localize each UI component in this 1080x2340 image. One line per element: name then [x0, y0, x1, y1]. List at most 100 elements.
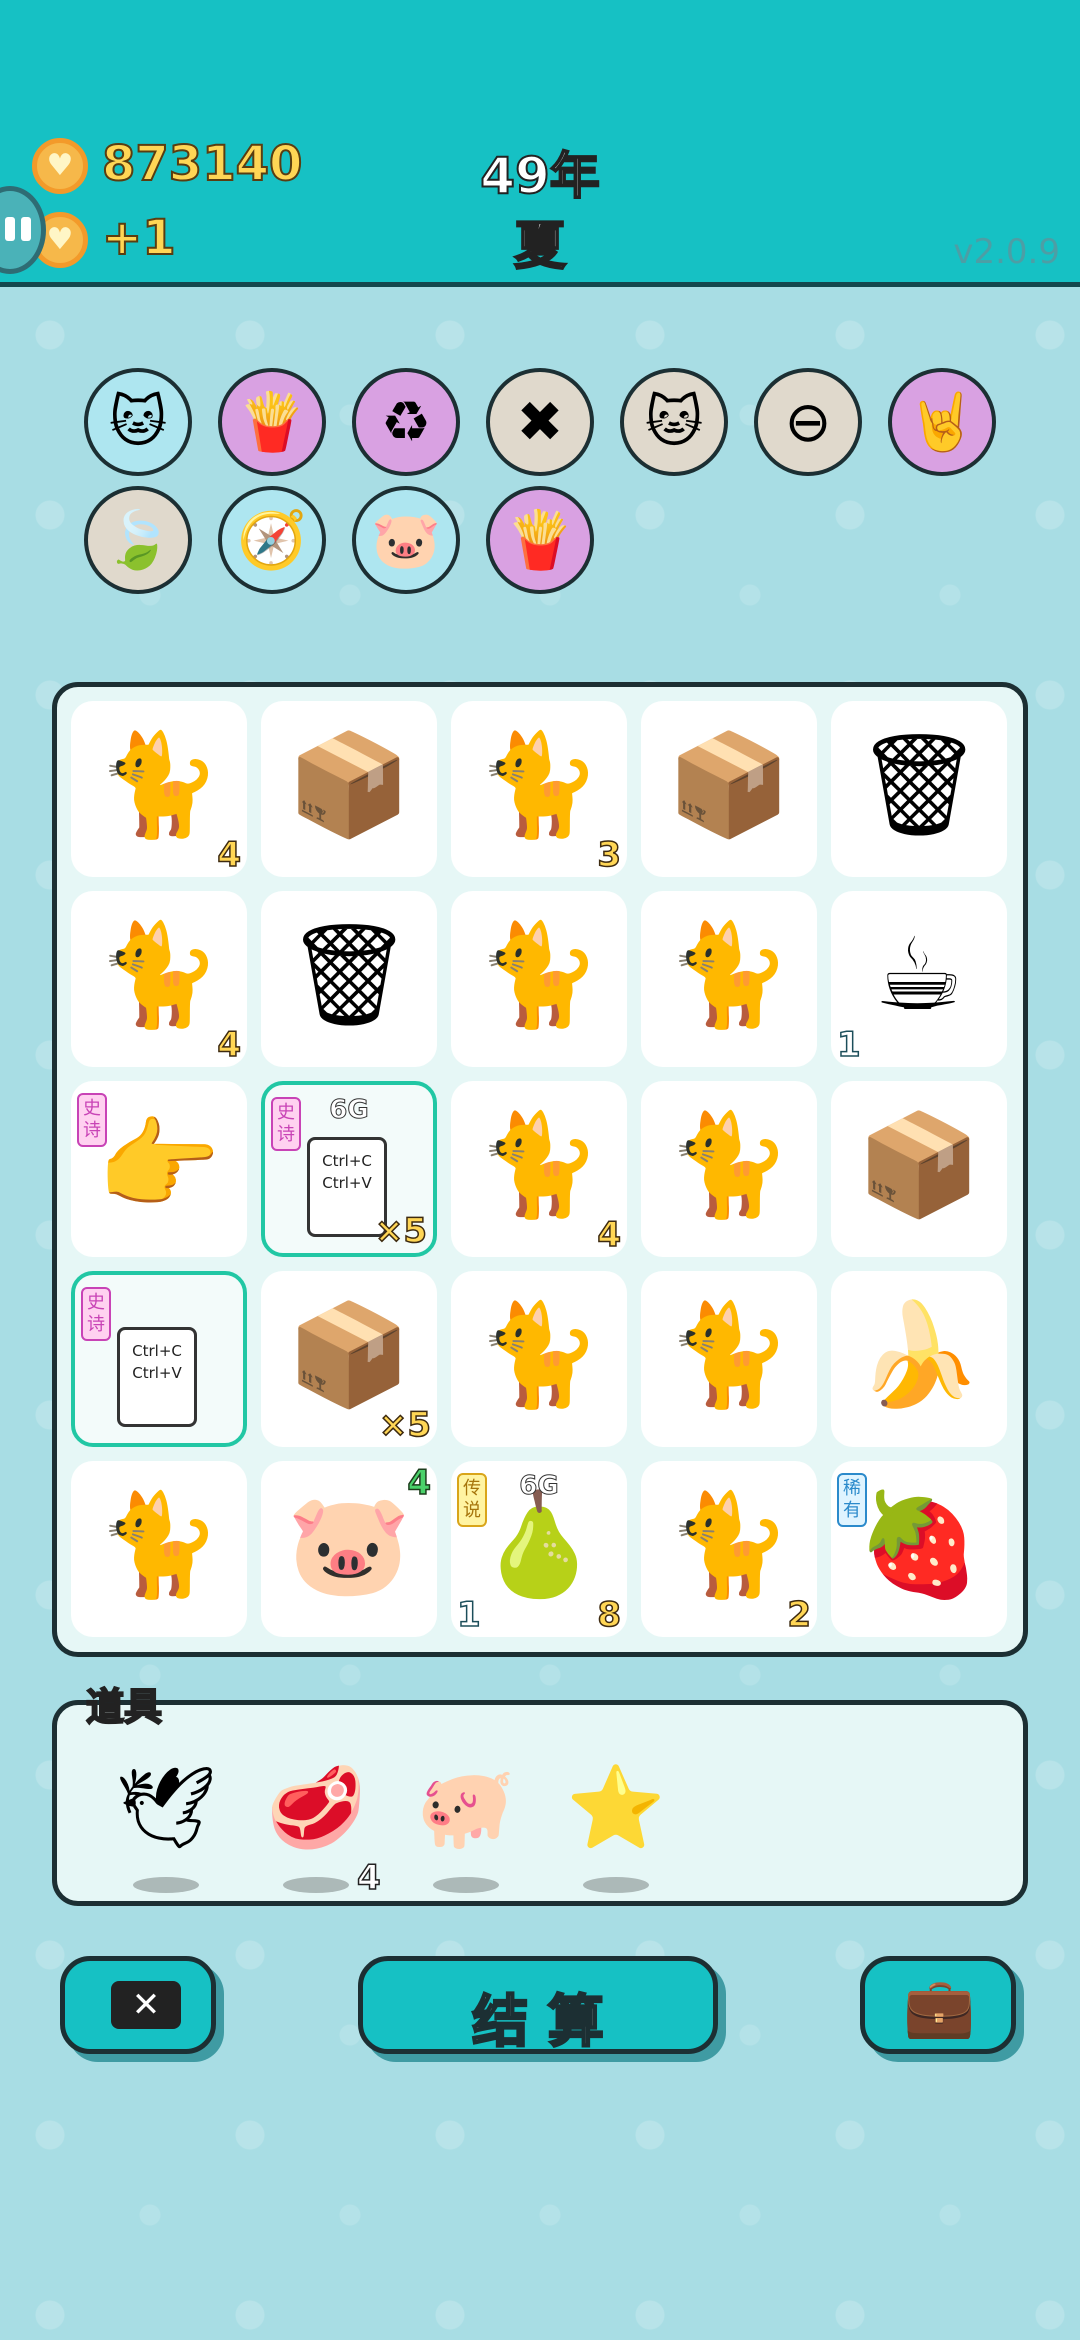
season-label: 夏	[513, 216, 567, 278]
item-shadow	[133, 1877, 199, 1893]
version-label: v2.0.9	[953, 232, 1060, 272]
garbage-bag-icon: 🗑	[855, 726, 983, 843]
item-shadow	[283, 1877, 349, 1893]
remove-button[interactable]: ✕	[60, 1956, 216, 2054]
item-shadow	[433, 1877, 499, 1893]
remove-tag-icon: ✕	[111, 1981, 181, 2029]
rarity-badge: 稀有	[837, 1473, 867, 1527]
game-board: 🐈 4 📦 🐈 3 📦 🗑 🐈 4 🗑 🐈 🐈 ☕ 1 👉 史诗 Ctrl+C Ctrl+V 6G 史诗 ×5 🐈 4 🐈 📦…	[52, 682, 1028, 1657]
board-cell-coffee[interactable]: ☕ 1	[831, 891, 1007, 1067]
board-cell-cat[interactable]: 🐈	[451, 1271, 627, 1447]
board-cell-pointing-hand[interactable]: 👉 史诗	[71, 1081, 247, 1257]
board-cell-cat[interactable]: 🐈	[641, 1271, 817, 1447]
cat-icon: 🐈	[476, 1296, 602, 1413]
cell-counter: 3	[597, 834, 622, 876]
board-cell-lychee[interactable]: 🍓 稀有	[831, 1461, 1007, 1637]
item-shadow	[583, 1877, 649, 1893]
cat-icon: 🐈	[666, 1106, 792, 1223]
rarity-badge: 传说	[457, 1473, 487, 1527]
rock-hand-icon[interactable]: 🤘	[888, 368, 996, 476]
piggy-bank-icon[interactable]: 🐷	[352, 486, 460, 594]
board-cell-box[interactable]: 📦	[261, 701, 437, 877]
star-icon: ⭐	[566, 1761, 666, 1854]
board-cell-cat[interactable]: 🐈 2	[641, 1461, 817, 1637]
leaf-icon[interactable]: 🍃	[84, 486, 192, 594]
cell-counter: 4	[597, 1214, 622, 1256]
board-cell-cat[interactable]: 🐈	[641, 891, 817, 1067]
crown-level: 6G	[329, 1095, 369, 1126]
board-cell-ctrl-cv[interactable]: Ctrl+C Ctrl+V 6G 史诗 ×5	[261, 1081, 437, 1257]
coffee-icon: ☕	[874, 916, 964, 1033]
item-star[interactable]: ⭐	[561, 1753, 671, 1893]
twin-cats-icon[interactable]: 🐱	[620, 368, 728, 476]
item-liver[interactable]: 🥩 4	[261, 1753, 381, 1899]
box-icon: 📦	[666, 726, 792, 843]
bag-button[interactable]: 💼	[860, 1956, 1016, 2054]
box-icon: 📦	[286, 726, 412, 843]
board-cell-garbage-bag[interactable]: 🗑	[261, 891, 437, 1067]
board-cell-cat[interactable]: 🐈 4	[71, 701, 247, 877]
rarity-badge: 史诗	[81, 1287, 111, 1341]
board-cell-garbage-bag[interactable]: 🗑	[831, 701, 1007, 877]
briefcase-icon: 💼	[903, 1973, 976, 2041]
items-label: 道具	[85, 1684, 163, 1730]
cat-icon: 🐈	[476, 726, 602, 843]
cat-buff-icon[interactable]: 🐱	[84, 368, 192, 476]
banana-icon: 🍌	[856, 1296, 982, 1413]
board-cell-pear[interactable]: 🍐 6G 传说 8 1	[451, 1461, 627, 1637]
cat-icon: 🐈	[96, 726, 222, 843]
cat-icon: 🐈	[666, 1486, 792, 1603]
rarity-badge: 史诗	[77, 1093, 107, 1147]
board-cell-cat[interactable]: 🐈 3	[451, 701, 627, 877]
board-cell-box[interactable]: 📦	[641, 701, 817, 877]
board-cell-banana[interactable]: 🍌	[831, 1271, 1007, 1447]
cell-counter: ×5	[374, 1210, 428, 1252]
cell-counter: 4	[217, 1024, 242, 1066]
cat-icon: 🐈	[666, 916, 792, 1033]
cat-icon: 🐈	[476, 916, 602, 1033]
board-cell-box[interactable]: 📦 ×5	[261, 1271, 437, 1447]
fries-buff-icon[interactable]: 🍟	[218, 368, 326, 476]
cat-icon: 🐈	[666, 1296, 792, 1413]
cell-counter: 4	[217, 834, 242, 876]
year-label: 49年	[479, 146, 601, 206]
fries-icon[interactable]: 🍟	[486, 486, 594, 594]
liver-icon: 🥩	[266, 1761, 366, 1854]
board-cell-cat[interactable]: 🐈	[641, 1081, 817, 1257]
cat-icon: 🐈	[96, 916, 222, 1033]
item-piggy-bank[interactable]: 🐖	[411, 1753, 521, 1893]
item-bird[interactable]: 🕊	[111, 1753, 221, 1893]
recycle-icon[interactable]: ♻	[352, 368, 460, 476]
ctrl-cv-card: Ctrl+C Ctrl+V	[117, 1327, 197, 1427]
cell-counter-secondary: 1	[456, 1594, 481, 1636]
cat-icon: 🐈	[476, 1106, 602, 1223]
cell-counter: 2	[787, 1594, 812, 1636]
piggy-bank-icon: 🐖	[416, 1761, 516, 1854]
board-cell-ctrl-cv[interactable]: Ctrl+C Ctrl+V 史诗	[71, 1271, 247, 1447]
cell-counter: 4	[407, 1462, 432, 1504]
delete-tag-icon[interactable]: ✖	[486, 368, 594, 476]
minus-icon[interactable]: ⊖	[754, 368, 862, 476]
settle-button[interactable]: 结 算	[358, 1956, 718, 2056]
board-cell-cat[interactable]: 🐈 4	[451, 1081, 627, 1257]
board-cell-cat[interactable]: 🐈 4	[71, 891, 247, 1067]
crown-level: 6G	[519, 1471, 559, 1502]
pig-icon: 🐷	[286, 1486, 412, 1603]
cell-counter: ×5	[378, 1404, 432, 1446]
cell-counter: 1	[836, 1024, 861, 1066]
cell-counter: 8	[597, 1594, 622, 1636]
board-cell-cat[interactable]: 🐈	[71, 1461, 247, 1637]
box-icon: 📦	[286, 1296, 412, 1413]
settle-label: 结 算	[471, 1989, 605, 2057]
items-panel: 🕊 🥩 4 🐖 ⭐	[52, 1700, 1028, 1906]
rarity-badge: 史诗	[271, 1097, 301, 1151]
board-cell-box[interactable]: 📦	[831, 1081, 1007, 1257]
board-cell-pig[interactable]: 🐷 4	[261, 1461, 437, 1637]
top-bar: 873140 +1 49年 夏 v2.0.9	[0, 0, 1080, 287]
compass-icon[interactable]: 🧭	[218, 486, 326, 594]
bird-icon: 🕊	[115, 1761, 217, 1854]
item-count: 4	[356, 1857, 381, 1899]
box-icon: 📦	[856, 1106, 982, 1223]
cat-icon: 🐈	[96, 1486, 222, 1603]
board-cell-cat[interactable]: 🐈	[451, 891, 627, 1067]
